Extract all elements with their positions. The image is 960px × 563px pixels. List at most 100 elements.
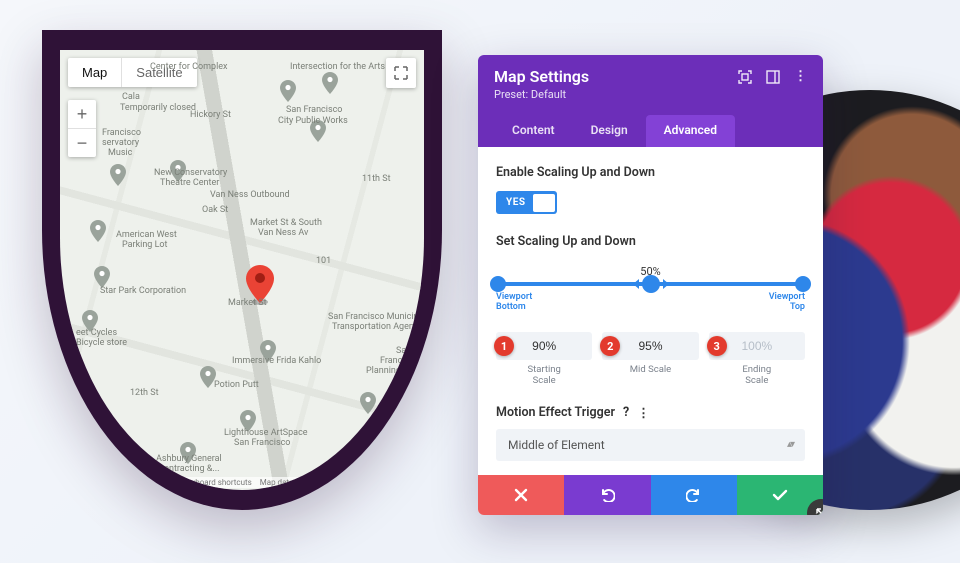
map-street-label: New Conservatory	[154, 168, 227, 178]
map-street-label: American West	[116, 230, 177, 240]
map-street-label: Theatre Center	[160, 178, 219, 188]
map-street-label: Star Park Corporation	[100, 286, 186, 296]
map-poi-icon	[322, 72, 338, 94]
map-poi-icon	[110, 164, 126, 186]
map-zoom-in[interactable]: +	[68, 100, 96, 128]
map-viewport[interactable]: Map Satellite + − Center for ComplexInte…	[60, 50, 424, 490]
map-street-label: Francisco	[380, 356, 419, 366]
map-street-label: Blue P	[400, 454, 424, 464]
slider-label-bottom: Viewport Bottom	[496, 292, 532, 312]
options-icon[interactable]: ⋮	[637, 405, 650, 421]
map-street-label: Music	[108, 148, 132, 158]
motion-trigger-value: Middle of Element	[508, 438, 605, 452]
scale-badge: 1	[494, 336, 514, 356]
map-street-label: Lighthouse ArtSpace	[224, 428, 308, 438]
map-street-label: Transportation Agency	[332, 322, 423, 332]
panel-expand-icon[interactable]	[738, 69, 752, 84]
map-poi-icon	[200, 366, 216, 388]
map-street-label: 12th St	[130, 388, 159, 398]
map-poi-icon	[180, 442, 196, 464]
map-marker-icon	[246, 265, 274, 305]
panel-dock-icon[interactable]	[766, 69, 780, 84]
map-zoom-controls: + −	[68, 100, 96, 157]
panel-header: Map Settings ⋮ Preset: Default Content D…	[478, 55, 823, 147]
map-street-label: San Francisco	[234, 438, 290, 448]
redo-button[interactable]	[651, 475, 737, 515]
slider-handle-start[interactable]	[490, 276, 506, 292]
map-type-satellite[interactable]: Satellite	[122, 58, 196, 87]
map-poi-icon	[280, 80, 296, 102]
map-street-label: Market St	[228, 298, 267, 308]
map-street-label: 12th St	[360, 442, 389, 452]
panel-tabs: Content Design Advanced	[494, 115, 807, 147]
fullscreen-icon	[394, 66, 408, 80]
scale-column: 1 Starting Scale	[496, 332, 592, 387]
help-icon[interactable]: ?	[623, 405, 629, 420]
toggle-yes-label: YES	[498, 193, 533, 212]
map-street-label: City Public Works	[278, 116, 348, 126]
scale-badge: 3	[707, 336, 727, 356]
set-scaling-label: Set Scaling Up and Down	[496, 234, 805, 249]
map-poi-icon	[170, 160, 186, 182]
map-street-label: Van Ness Av	[258, 228, 308, 238]
map-street-label: servatory	[102, 138, 139, 148]
map-street-label: Ashbury General	[156, 454, 222, 464]
settings-panel: Map Settings ⋮ Preset: Default Content D…	[478, 55, 823, 515]
map-street-label: Immersive Frida Kahlo	[232, 356, 321, 366]
map-attribution: Keyboard shortcuts Map data ©	[176, 477, 307, 488]
map-poi-icon	[94, 266, 110, 288]
map-type-map[interactable]: Map	[68, 58, 121, 87]
map-street-label: Bicycle store	[76, 338, 127, 348]
map-zoom-out[interactable]: −	[68, 129, 96, 157]
map-street-label: Hickory St	[190, 110, 231, 120]
panel-title: Map Settings	[494, 67, 738, 86]
toggle-knob	[533, 194, 555, 212]
map-fullscreen-button[interactable]	[386, 58, 416, 88]
tab-advanced[interactable]: Advanced	[646, 115, 735, 147]
map-poi-icon	[82, 310, 98, 332]
scale-caption: Mid Scale	[602, 364, 698, 375]
slider-handle-mid[interactable]	[642, 275, 660, 293]
map-data-copyright: Map data ©	[260, 478, 302, 487]
resize-icon	[814, 506, 823, 515]
panel-body: Enable Scaling Up and Down YES Set Scali…	[478, 147, 823, 475]
map-keyboard-shortcuts[interactable]: Keyboard shortcuts	[182, 478, 251, 487]
map-street-label: 101	[316, 256, 331, 266]
map-street-label: Intersection for the Arts	[290, 62, 385, 72]
scale-inputs-row: 1Starting Scale2Mid Scale3Ending Scale	[496, 332, 805, 387]
scale-column: 3Ending Scale	[709, 332, 805, 387]
tab-content[interactable]: Content	[494, 115, 573, 147]
slider-handle-end[interactable]	[795, 276, 811, 292]
map-street-label: Potion Putt	[214, 380, 259, 390]
map-type-switch: Map Satellite	[68, 58, 197, 87]
close-icon	[514, 488, 528, 502]
motion-trigger-select[interactable]: Middle of Element ▴▾	[496, 429, 805, 461]
map-street-label: Francisco	[102, 128, 141, 138]
tab-design[interactable]: Design	[573, 115, 646, 147]
map-poi-icon	[386, 440, 402, 462]
map-poi-icon	[360, 392, 376, 414]
map-poi-icon	[310, 120, 326, 142]
map-street-label: San Francisco	[286, 105, 342, 115]
map-street-label: San Francisco Municipal	[328, 312, 424, 322]
map-street-label: San	[396, 346, 411, 356]
undo-button[interactable]	[564, 475, 650, 515]
map-street-label: Cala	[122, 92, 140, 102]
map-street-label: Planning Dept	[366, 366, 422, 376]
panel-more-icon[interactable]: ⋮	[794, 69, 807, 84]
map-street-label: Temporarily closed	[120, 103, 196, 113]
map-street-label: Van Ness Outbound	[210, 190, 290, 200]
enable-scaling-toggle[interactable]: YES	[496, 191, 557, 214]
slider-track[interactable]	[498, 282, 803, 286]
map-poi-icon	[240, 410, 256, 432]
scale-caption: Starting Scale	[496, 364, 592, 387]
enable-scaling-label: Enable Scaling Up and Down	[496, 165, 805, 180]
motion-trigger-label: Motion Effect Trigger	[496, 405, 615, 420]
map-street-label: Contracting &...	[158, 464, 220, 474]
chevron-updown-icon: ▴▾	[787, 439, 793, 450]
panel-preset[interactable]: Preset: Default	[494, 88, 807, 101]
map-poi-icon	[260, 340, 276, 362]
slider-label-top: Viewport Top	[769, 292, 805, 312]
redo-icon	[686, 488, 702, 502]
cancel-button[interactable]	[478, 475, 564, 515]
